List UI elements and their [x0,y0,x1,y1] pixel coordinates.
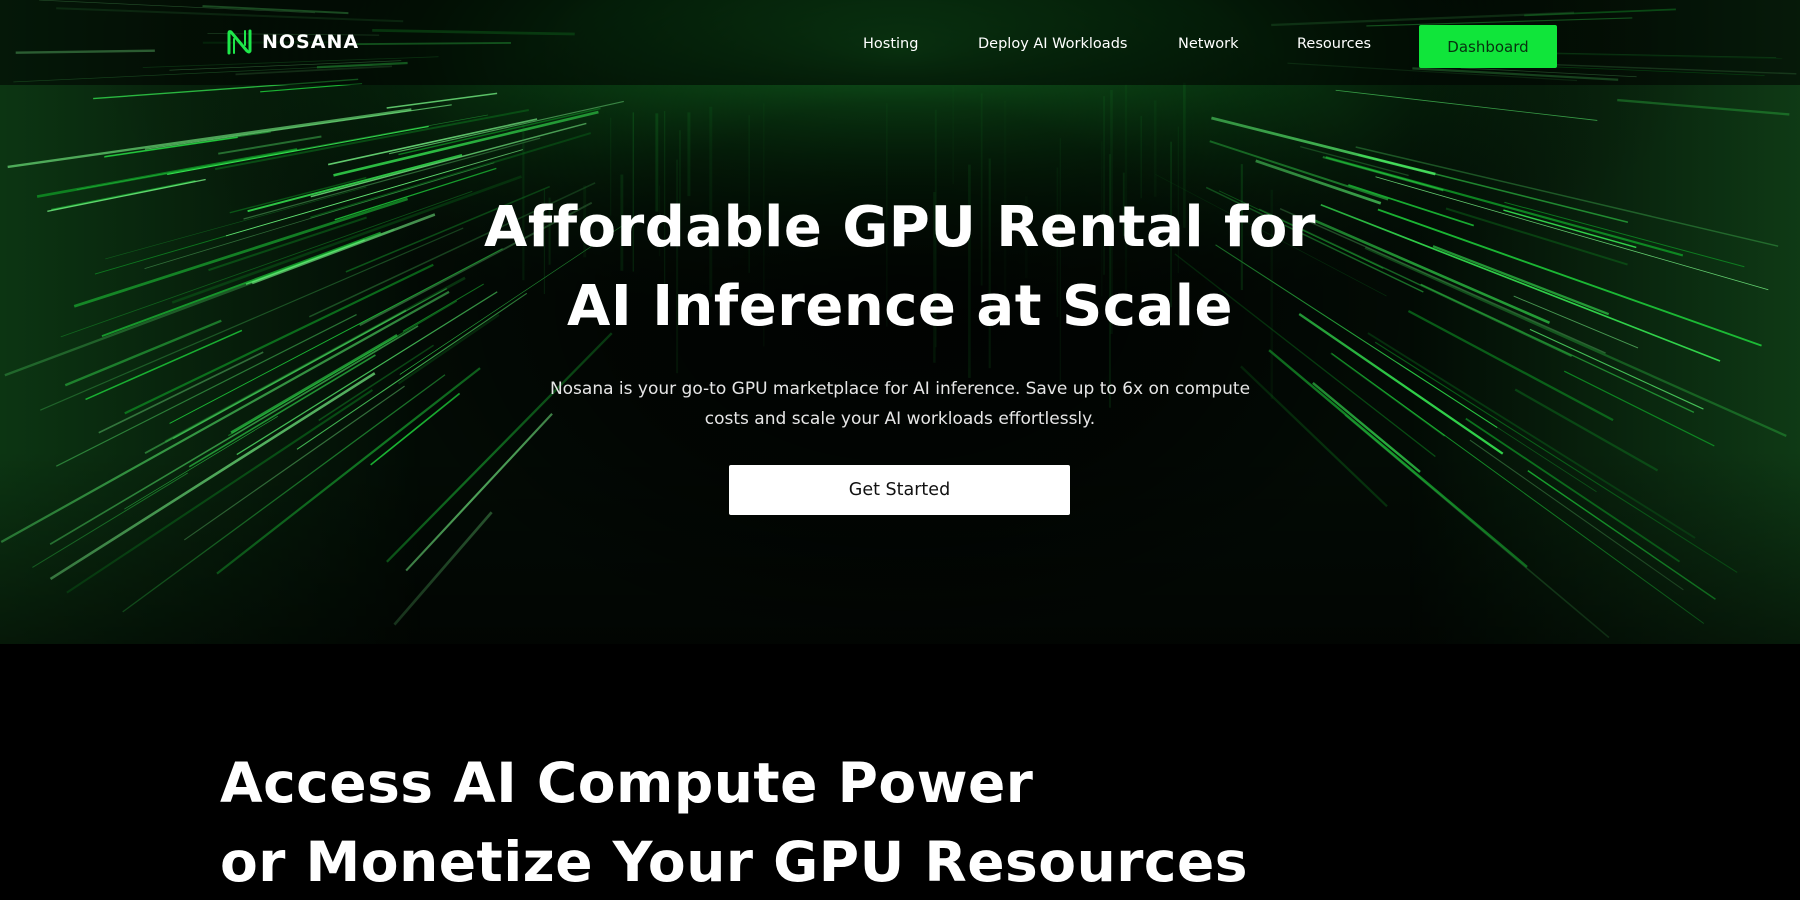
hero-title-line: AI Inference at Scale [567,274,1233,339]
nav-link-deploy-ai-workloads[interactable]: Deploy AI Workloads [978,36,1127,52]
hero-subtitle-line: costs and scale your AI workloads effort… [704,409,1096,429]
nav-link-network[interactable]: Network [1178,36,1239,52]
top-navbar: NOSANA Hosting Deploy AI Workloads Netwo… [0,0,1800,85]
nav-link-resources[interactable]: Resources [1297,36,1371,52]
get-started-button[interactable]: Get Started [729,465,1070,515]
hero-subtitle-line: Nosana is your go-to GPU marketplace for… [549,379,1251,399]
hero-title: Affordable GPU Rental for AI Inference a… [400,188,1400,346]
hero-section: Affordable GPU Rental for AI Inference a… [0,0,1800,644]
section-title-line: or Monetize Your GPU Resources [220,830,1248,894]
section-title: Access AI Compute Power or Monetize Your… [220,744,1520,900]
page: Affordable GPU Rental for AI Inference a… [0,0,1800,900]
dashboard-button[interactable]: Dashboard [1419,25,1557,68]
compute-section: Access AI Compute Power or Monetize Your… [0,644,1800,900]
section-title-line: Access AI Compute Power [220,751,1034,815]
hero-subtitle: Nosana is your go-to GPU marketplace for… [500,374,1300,434]
hero-title-line: Affordable GPU Rental for [484,195,1316,260]
nav-link-hosting[interactable]: Hosting [863,36,918,52]
